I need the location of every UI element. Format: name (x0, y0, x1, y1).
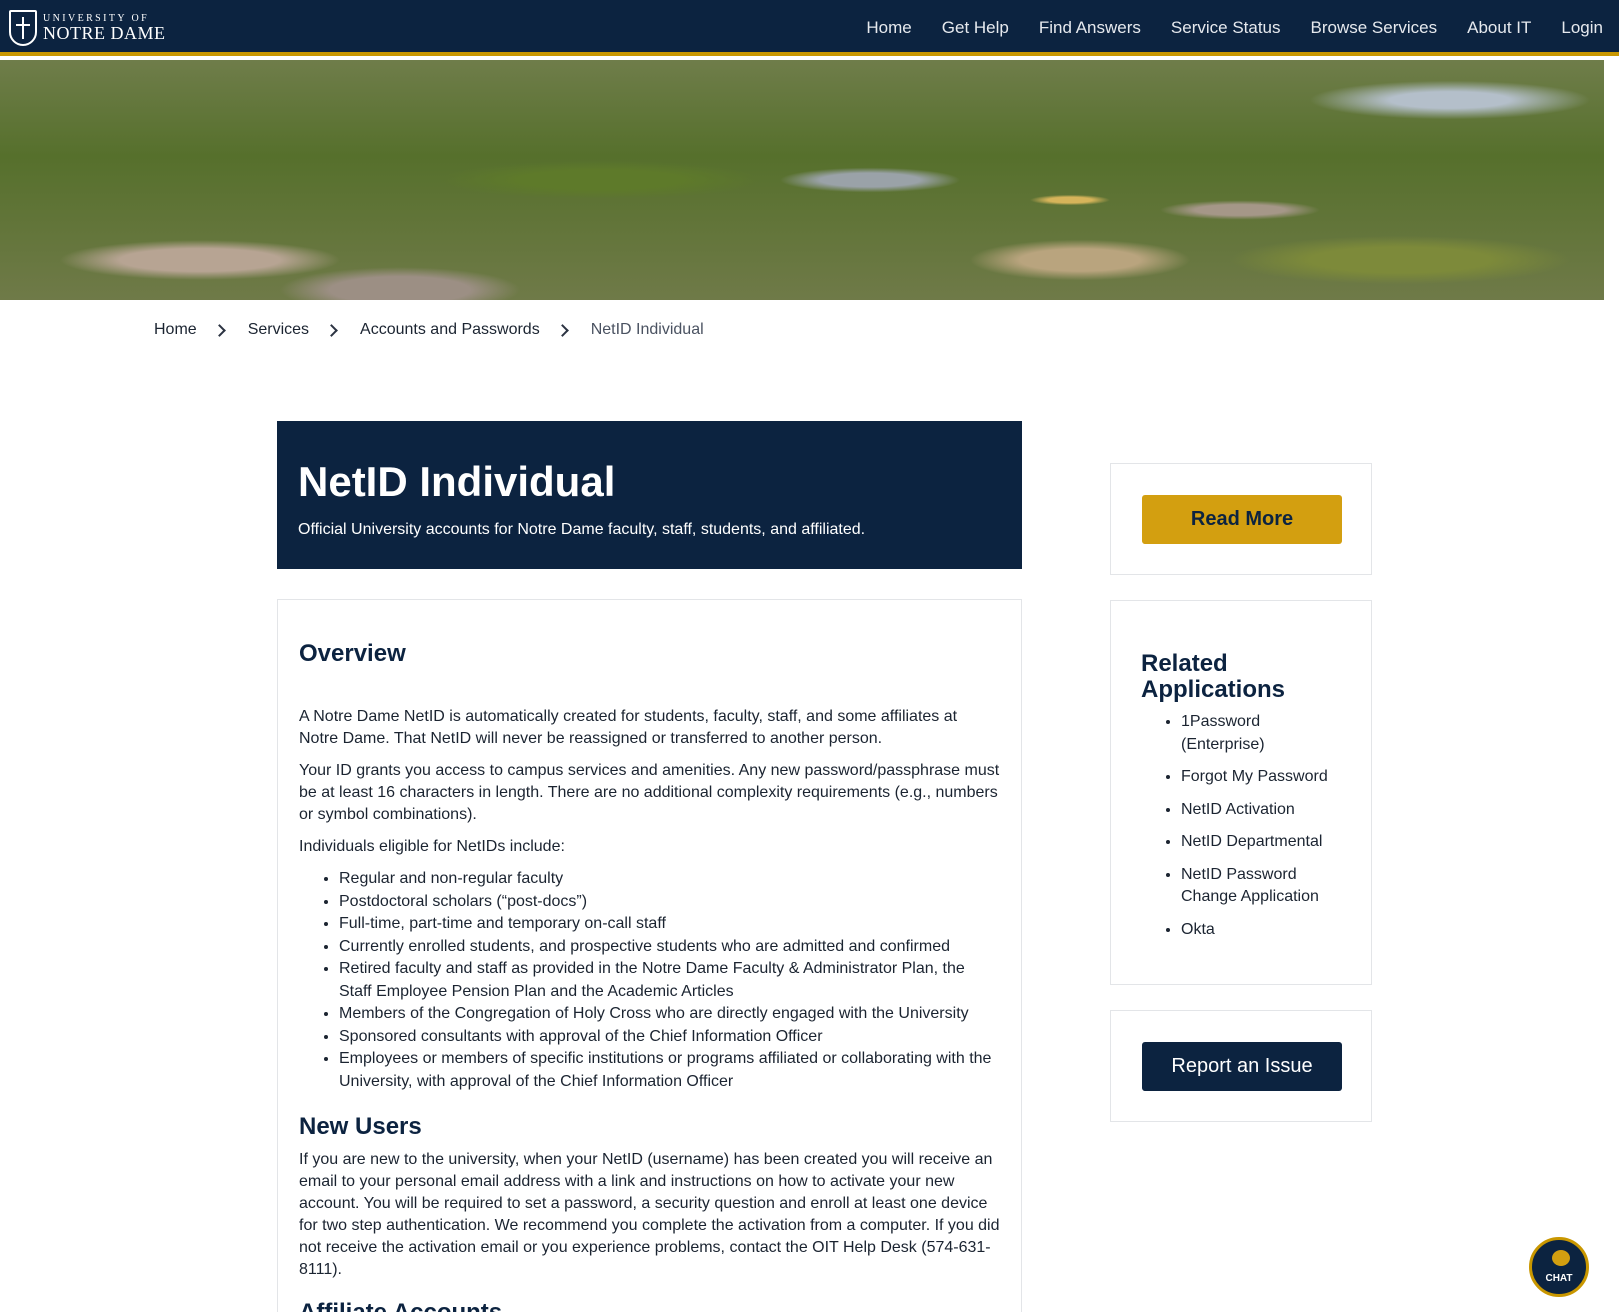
chat-button[interactable]: CHAT (1529, 1237, 1589, 1297)
list-item: 1Password (Enterprise) (1181, 711, 1341, 756)
related-link-netid-password-change[interactable]: NetID Password Change Application (1181, 866, 1319, 906)
main-content-card: Overview A Notre Dame NetID is automatic… (277, 599, 1022, 1312)
list-item: Retired faculty and staff as provided in… (339, 958, 1000, 1003)
report-issue-card: Report an Issue (1110, 1010, 1372, 1122)
list-item: NetID Password Change Application (1181, 864, 1341, 909)
nav-about-it[interactable]: About IT (1452, 18, 1546, 38)
nav-browse-services[interactable]: Browse Services (1296, 18, 1453, 38)
shield-icon (9, 10, 37, 46)
nav-get-help[interactable]: Get Help (927, 18, 1024, 38)
list-item: Employees or members of specific institu… (339, 1048, 1000, 1093)
breadcrumb-services[interactable]: Services (248, 321, 309, 339)
university-logo[interactable]: UNIVERSITY OF NOTRE DAME (9, 9, 169, 47)
chat-agent-icon (1552, 1250, 1570, 1266)
read-more-button[interactable]: Read More (1142, 495, 1342, 544)
new-users-heading: New Users (299, 1113, 422, 1140)
breadcrumb: Home Services Accounts and Passwords Net… (154, 318, 704, 342)
breadcrumb-accounts-passwords[interactable]: Accounts and Passwords (360, 321, 540, 339)
page-subtitle: Official University accounts for Notre D… (298, 521, 866, 538)
related-link-netid-activation[interactable]: NetID Activation (1181, 801, 1295, 818)
read-more-card: Read More (1110, 463, 1372, 575)
breadcrumb-home[interactable]: Home (154, 321, 197, 339)
overview-paragraph-2: Your ID grants you access to campus serv… (299, 762, 1000, 823)
chevron-right-icon (212, 323, 226, 337)
affiliate-accounts-heading: Affiliate Accounts (299, 1299, 1000, 1312)
related-link-forgot-password[interactable]: Forgot My Password (1181, 768, 1328, 785)
related-link-okta[interactable]: Okta (1181, 921, 1215, 938)
report-issue-button[interactable]: Report an Issue (1142, 1042, 1342, 1091)
list-item: NetID Activation (1181, 799, 1341, 822)
overview-paragraph-1: A Notre Dame NetID is automatically crea… (299, 708, 958, 747)
related-link-netid-departmental[interactable]: NetID Departmental (1181, 833, 1322, 850)
list-item: Members of the Congregation of Holy Cros… (339, 1003, 1000, 1026)
related-applications-list: 1Password (Enterprise) Forgot My Passwor… (1181, 711, 1341, 941)
related-applications-card: Related Applications 1Password (Enterpri… (1110, 600, 1372, 985)
list-item: Forgot My Password (1181, 766, 1341, 789)
list-item: Regular and non-regular faculty (339, 868, 1000, 891)
chevron-right-icon (325, 323, 338, 337)
page-title: NetID Individual (298, 458, 616, 505)
new-users-paragraph: If you are new to the university, when y… (299, 1151, 1000, 1278)
list-item: Postdoctoral scholars (“post-docs”) (339, 891, 1000, 914)
chat-label: CHAT (1545, 1273, 1573, 1284)
related-applications-heading: Related Applications (1141, 650, 1286, 703)
overview-heading: Overview (299, 640, 406, 667)
list-item: Currently enrolled students, and prospec… (339, 936, 1000, 959)
nav-service-status[interactable]: Service Status (1156, 18, 1296, 38)
overview-paragraph-3: Individuals eligible for NetIDs include: (299, 838, 565, 855)
breadcrumb-current: NetID Individual (590, 321, 704, 338)
eligible-list: Regular and non-regular faculty Postdoct… (339, 868, 1000, 1093)
top-nav-bar: UNIVERSITY OF NOTRE DAME Home Get Help F… (0, 0, 1619, 56)
list-item: NetID Departmental (1181, 831, 1341, 854)
hero-campus-image (0, 60, 1604, 300)
list-item: Okta (1181, 919, 1341, 942)
list-item: Full-time, part-time and temporary on-ca… (339, 913, 1000, 936)
list-item: Sponsored consultants with approval of t… (339, 1026, 1000, 1049)
main-nav: Home Get Help Find Answers Service Statu… (851, 0, 1603, 56)
title-banner: NetID Individual Official University acc… (277, 421, 1022, 569)
logo-line2: NOTRE DAME (43, 23, 166, 43)
nav-home[interactable]: Home (851, 18, 926, 38)
nav-login[interactable]: Login (1546, 18, 1603, 38)
related-link-1password[interactable]: 1Password (Enterprise) (1181, 713, 1265, 753)
chevron-right-icon (555, 323, 569, 337)
logo-text: UNIVERSITY OF NOTRE DAME (43, 14, 166, 43)
nav-find-answers[interactable]: Find Answers (1024, 18, 1156, 38)
